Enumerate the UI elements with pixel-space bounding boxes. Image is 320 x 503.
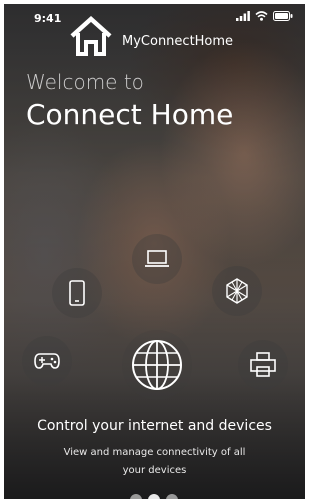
smartphone-icon [69,280,85,306]
game-controller-icon-circle [22,336,72,386]
welcome-text: Welcome to [26,70,144,94]
onboarding-screen: 9:41 MyConnectHome Welcome to Connect Ho… [4,4,305,499]
game-controller-icon [34,353,60,369]
globe-icon [132,340,182,390]
app-title: Connect Home [26,98,234,131]
page-dot-3[interactable] [166,494,178,499]
page-dot-1[interactable] [130,494,142,499]
signal-icon [236,11,250,21]
laptop-icon [145,250,169,267]
laptop-icon-circle [132,234,182,284]
printer-icon [250,352,276,377]
brand-header: MyConnectHome [68,16,233,56]
globe-icon-circle [122,330,192,400]
page-indicator [130,494,178,499]
battery-icon [273,11,293,21]
home-icon [70,16,112,56]
smartphone-icon-circle [52,268,102,318]
onboarding-subtitle: View and manage connectivity of all your… [63,447,246,476]
printer-icon-circle [238,340,288,390]
status-time: 9:41 [34,12,62,25]
page-dot-2[interactable] [148,494,160,499]
wifi-icon [255,11,268,21]
onboarding-title: Control your internet and devices [37,418,272,434]
status-icons [236,11,293,21]
network-icon-circle [212,266,262,316]
network-icon [226,278,248,304]
brand-name: MyConnectHome [122,33,234,49]
